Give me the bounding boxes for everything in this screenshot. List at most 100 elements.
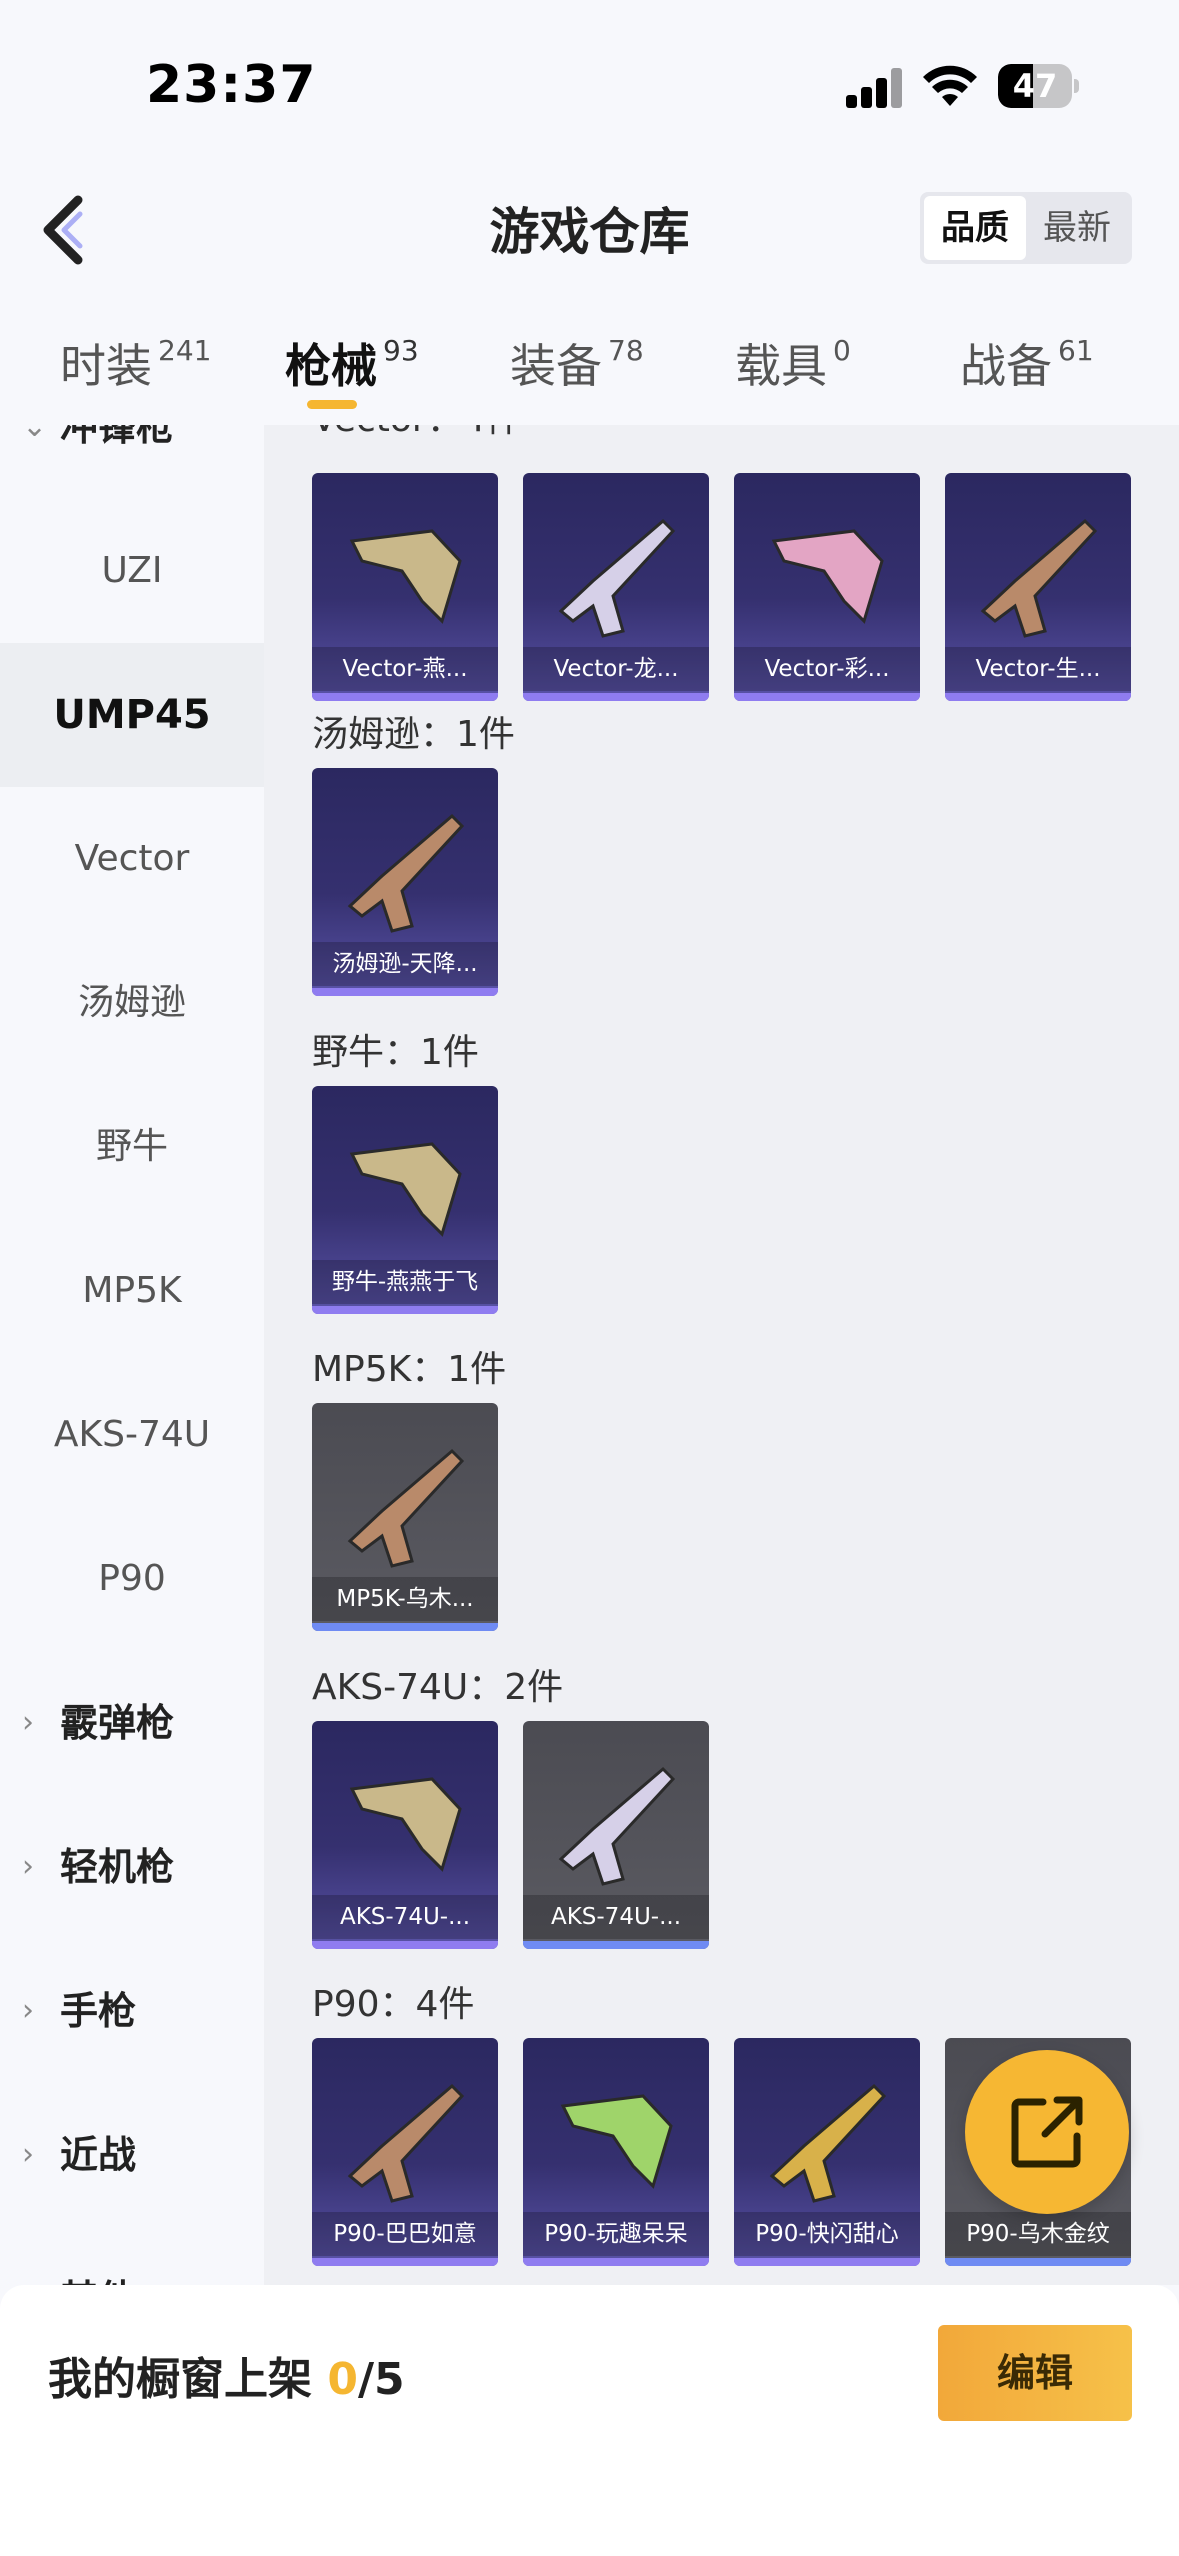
sidebar-item-p90[interactable]: P90: [0, 1507, 264, 1651]
tab-supplies[interactable]: 战备 61: [960, 330, 1094, 396]
item-card-label: P90-玩趣呆呆: [523, 2212, 709, 2256]
wifi-icon: [923, 65, 977, 106]
rarity-bar: [734, 2258, 920, 2266]
rarity-bar: [312, 1306, 498, 1314]
edit-button[interactable]: 编辑: [938, 2325, 1132, 2421]
rarity-bar: [312, 1941, 498, 1949]
rarity-bar: [312, 693, 498, 701]
section-title: 汤姆逊：1件: [312, 714, 515, 755]
sidebar-group-smg[interactable]: ⌄ 冲锋枪: [0, 425, 264, 499]
item-card[interactable]: 野牛-燕燕于飞: [312, 1086, 498, 1314]
weapon-skin-image: [769, 2083, 887, 2203]
weapon-skin-image: [347, 813, 465, 933]
item-card-label: AKS-74U-...: [312, 1895, 498, 1939]
item-card[interactable]: Vector-燕...: [312, 473, 498, 701]
item-card[interactable]: Vector-彩...: [734, 473, 920, 701]
tab-equipment[interactable]: 装备 78: [510, 330, 644, 396]
item-card[interactable]: P90-快闪甜心: [734, 2038, 920, 2266]
showcase-status: 我的橱窗上架 0/5: [48, 2354, 405, 2405]
item-card-label: AKS-74U-...: [523, 1895, 709, 1939]
share-button[interactable]: [965, 2050, 1129, 2214]
weapon-skin-image: [980, 518, 1098, 638]
chevron-right-icon: ›: [22, 1993, 34, 2028]
chevron-right-icon: ›: [22, 1705, 34, 1740]
rarity-bar: [734, 693, 920, 701]
item-card-label: Vector-龙...: [523, 647, 709, 691]
section-title: Vector：4件: [312, 425, 522, 442]
item-card-label: 汤姆逊-天降...: [312, 942, 498, 986]
tab-vehicles[interactable]: 载具 0: [735, 330, 851, 396]
item-card-label: 野牛-燕燕于飞: [312, 1260, 498, 1304]
chevron-right-icon: ›: [22, 1849, 34, 1884]
item-card-label: P90-快闪甜心: [734, 2212, 920, 2256]
sidebar-group-shotgun[interactable]: › 霰弹枪: [0, 1651, 264, 1795]
weapon-skin-image: [560, 2094, 673, 2189]
rarity-bar: [312, 1623, 498, 1631]
chevron-right-icon: ›: [22, 2227, 34, 2285]
category-tabs: 时装 241 枪械 93 装备 78 载具 0 战备 61: [0, 300, 1179, 425]
item-card[interactable]: P90-玩趣呆呆: [523, 2038, 709, 2266]
weapon-skin-image: [349, 529, 462, 624]
weapon-skin-image: [558, 518, 676, 638]
bottom-bar: 我的橱窗上架 0/5 编辑: [0, 2285, 1179, 2556]
sidebar-group-melee[interactable]: › 近战: [0, 2083, 264, 2227]
item-card[interactable]: Vector-龙...: [523, 473, 709, 701]
item-grid: Vector：4件 Vector-燕... Vector-龙... Vector-彩.…: [264, 425, 1179, 2285]
weapon-skin-image: [771, 529, 884, 624]
item-card-label: MP5K-乌木...: [312, 1577, 498, 1621]
tab-fashion[interactable]: 时装 241: [60, 330, 211, 396]
battery-indicator: 47: [998, 64, 1079, 108]
sort-quality-button[interactable]: 品质: [924, 196, 1026, 260]
item-card[interactable]: P90-巴巴如意: [312, 2038, 498, 2266]
rarity-bar: [945, 2258, 1131, 2266]
sidebar-item-vector[interactable]: Vector: [0, 787, 264, 931]
weapon-skin-image: [347, 2083, 465, 2203]
sidebar-item-bizon[interactable]: 野牛: [0, 1075, 264, 1219]
sidebar-item-ump45[interactable]: UMP45: [0, 643, 264, 787]
weapon-skin-image: [349, 1777, 462, 1872]
sidebar-item-thompson[interactable]: 汤姆逊: [0, 931, 264, 1075]
share-external-icon: [1011, 2096, 1083, 2168]
chevron-right-icon: ›: [22, 2137, 34, 2172]
rarity-bar: [312, 2258, 498, 2266]
item-card-label: Vector-彩...: [734, 647, 920, 691]
sidebar-item-mp5k[interactable]: MP5K: [0, 1219, 264, 1363]
item-card-label: P90-巴巴如意: [312, 2212, 498, 2256]
section-title: MP5K：1件: [312, 1349, 507, 1390]
item-card[interactable]: Vector-生...: [945, 473, 1131, 701]
rarity-bar: [523, 693, 709, 701]
showcase-count: 0: [327, 2354, 358, 2405]
battery-level: 47: [1012, 67, 1058, 105]
rarity-bar: [523, 2258, 709, 2266]
weapon-type-sidebar: ⌄ 冲锋枪 UZI UMP45 Vector 汤姆逊 野牛 MP5K AKS-74…: [0, 425, 264, 2285]
section-title: AKS-74U：2件: [312, 1667, 564, 1708]
sort-toggle: 品质 最新: [920, 192, 1132, 264]
status-time: 23:37: [146, 55, 317, 115]
tab-guns[interactable]: 枪械 93: [285, 330, 419, 396]
weapon-skin-image: [347, 1448, 465, 1568]
cellular-signal-icon: [846, 66, 904, 108]
item-card[interactable]: AKS-74U-...: [312, 1721, 498, 1949]
item-card[interactable]: AKS-74U-...: [523, 1721, 709, 1949]
rarity-bar: [945, 693, 1131, 701]
sidebar-group-lmg[interactable]: › 轻机枪: [0, 1795, 264, 1939]
item-card[interactable]: MP5K-乌木...: [312, 1403, 498, 1631]
section-title: 野牛：1件: [312, 1032, 479, 1073]
chevron-down-icon: ⌄: [22, 425, 48, 444]
weapon-skin-image: [558, 1766, 676, 1886]
sidebar-group-other[interactable]: ›其他: [0, 2227, 264, 2285]
rarity-bar: [523, 1941, 709, 1949]
status-bar: 23:37 47: [0, 0, 1179, 150]
item-card-label: Vector-生...: [945, 647, 1131, 691]
weapon-skin-image: [349, 1142, 462, 1237]
item-card[interactable]: 汤姆逊-天降...: [312, 768, 498, 996]
rarity-bar: [312, 988, 498, 996]
section-title: P90：4件: [312, 1984, 475, 2025]
item-card-label: P90-乌木金纹: [945, 2212, 1131, 2256]
item-card-label: Vector-燕...: [312, 647, 498, 691]
sort-newest-button[interactable]: 最新: [1026, 196, 1128, 260]
sidebar-item-aks74u[interactable]: AKS-74U: [0, 1363, 264, 1507]
header: 游戏仓库 品质 最新: [0, 150, 1179, 300]
sidebar-group-pistol[interactable]: › 手枪: [0, 1939, 264, 2083]
sidebar-item-uzi[interactable]: UZI: [0, 499, 264, 643]
